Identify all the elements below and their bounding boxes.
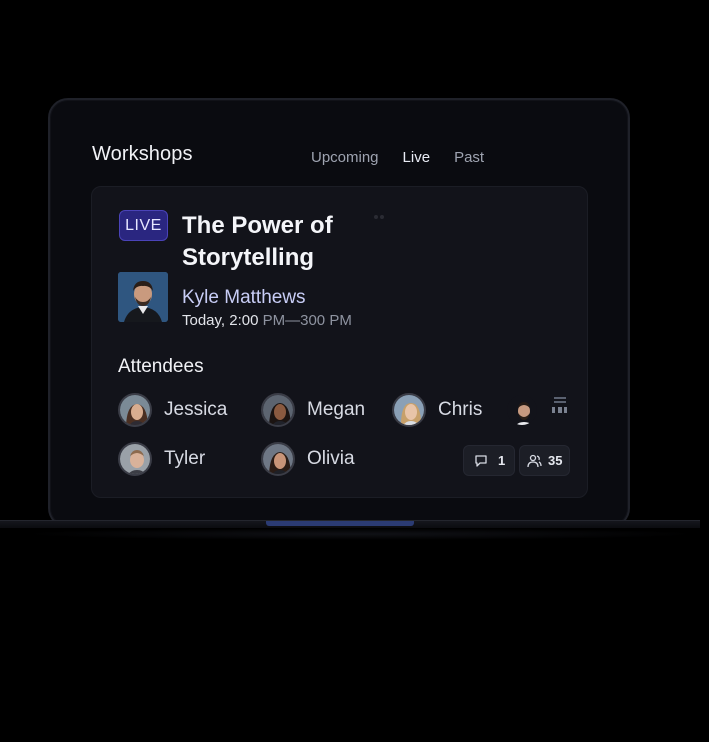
attendee-chris[interactable]: Chris — [392, 393, 482, 427]
more-attendees-icon[interactable] — [551, 397, 569, 417]
avatar — [505, 393, 539, 427]
attendee-megan[interactable]: Megan — [261, 393, 365, 427]
attendee-name: Olivia — [307, 448, 355, 469]
comment-icon — [475, 454, 487, 467]
attendee-name: Tyler — [164, 448, 206, 469]
tab-bar: Upcoming Live Past — [311, 149, 484, 166]
attendee-avatar-extra[interactable] — [505, 393, 539, 427]
attendee-olivia[interactable]: Olivia — [261, 442, 355, 476]
tab-upcoming[interactable]: Upcoming — [311, 149, 379, 166]
participants-count: 35 — [548, 453, 563, 468]
session-time-range: PM—300 PM — [258, 312, 352, 329]
attendees-heading: Attendees — [118, 356, 204, 377]
attendee-jessica[interactable]: Jessica — [118, 393, 227, 427]
attendee-name: Jessica — [164, 399, 228, 420]
page-title: Workshops — [92, 143, 193, 165]
device-accent-strip — [266, 521, 414, 526]
tab-past[interactable]: Past — [454, 149, 484, 166]
attendee-tyler[interactable]: Tyler — [118, 442, 205, 476]
participants-icon — [527, 454, 542, 467]
attendee-name: Megan — [307, 399, 366, 420]
tab-live[interactable]: Live — [403, 149, 431, 166]
avatar — [261, 393, 295, 427]
participants-button[interactable]: 35 — [519, 445, 570, 476]
avatar — [392, 393, 426, 427]
host-avatar — [118, 272, 168, 322]
avatar — [261, 442, 295, 476]
host-name[interactable]: Kyle Matthews — [182, 287, 306, 309]
attendee-name: Chris — [438, 399, 483, 420]
workshop-title: The Power of Storytelling — [182, 212, 333, 271]
comments-count: 1 — [498, 453, 506, 468]
live-badge: LIVE — [119, 210, 168, 241]
avatar — [118, 393, 152, 427]
session-time: Today, 2:00 PM—300 PM — [182, 312, 352, 329]
avatar — [118, 442, 152, 476]
session-time-start: Today, 2:00 — [182, 312, 259, 329]
comments-button[interactable]: 1 — [463, 445, 515, 476]
device-base-shadow — [20, 528, 700, 540]
